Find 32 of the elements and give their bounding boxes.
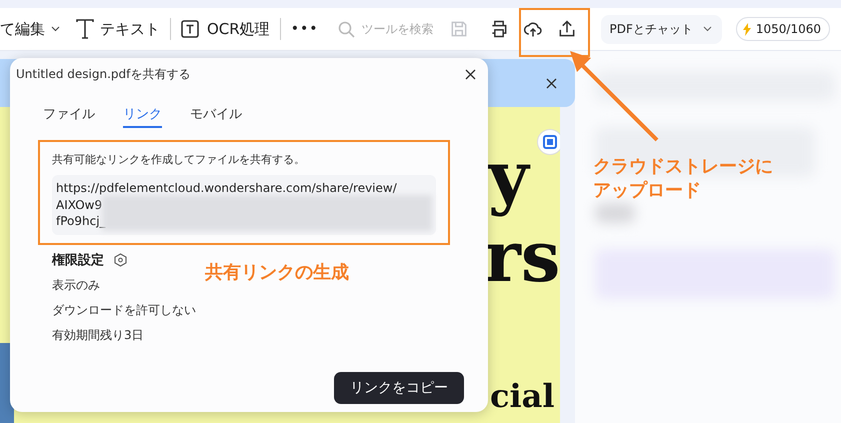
credits-count: 1050/1060 xyxy=(756,22,821,36)
dialog-tab[interactable]: モバイル xyxy=(190,105,242,128)
ocr-tool[interactable]: OCR処理 xyxy=(207,20,270,38)
chevron-icon xyxy=(51,26,60,32)
settings-icon[interactable] xyxy=(114,252,127,266)
annotation-caption: クラウドストレージにアップロード xyxy=(593,155,774,203)
lightning-icon xyxy=(742,22,751,36)
more-button[interactable]: ••• xyxy=(290,21,318,37)
annotation-caption: 共有リンクの生成 xyxy=(205,261,349,285)
chevron-icon xyxy=(702,26,712,32)
copy-link-button[interactable]: リンクをコピー xyxy=(334,372,464,404)
scan-icon[interactable] xyxy=(537,129,560,155)
permission-item: 有効期間残り3日 xyxy=(52,326,145,344)
search-icon xyxy=(338,20,356,38)
highlight-frame xyxy=(519,8,590,57)
permission-item: 表示のみ xyxy=(52,276,101,294)
dialog-title: Untitled design.pdfを共有する xyxy=(16,66,190,83)
close-icon[interactable] xyxy=(465,69,476,80)
dialog-tab[interactable]: リンク xyxy=(123,105,162,128)
description-text: 共有可能なリンクを作成してファイルを共有する。 xyxy=(52,152,306,167)
close-icon[interactable] xyxy=(546,78,557,88)
dialog-tab[interactable]: ファイル xyxy=(43,105,95,128)
permission-item: ダウンロードを許可しない xyxy=(52,302,197,318)
document-heading: cial xyxy=(490,377,555,416)
ocr-icon xyxy=(181,19,201,39)
permissions-title: 権限設定 xyxy=(52,252,104,268)
text-icon xyxy=(76,19,94,39)
chat-dropdown[interactable]: PDFとチャット xyxy=(601,14,722,44)
text-tool[interactable]: テキスト xyxy=(100,20,160,38)
link-field[interactable]: https://pdfelementcloud.wondershare.com/share/review/ AIXOw9 fPo9hcj_ xyxy=(52,175,436,234)
edit-menu[interactable]: て編集 xyxy=(0,20,45,38)
share-icon[interactable] xyxy=(557,19,578,39)
